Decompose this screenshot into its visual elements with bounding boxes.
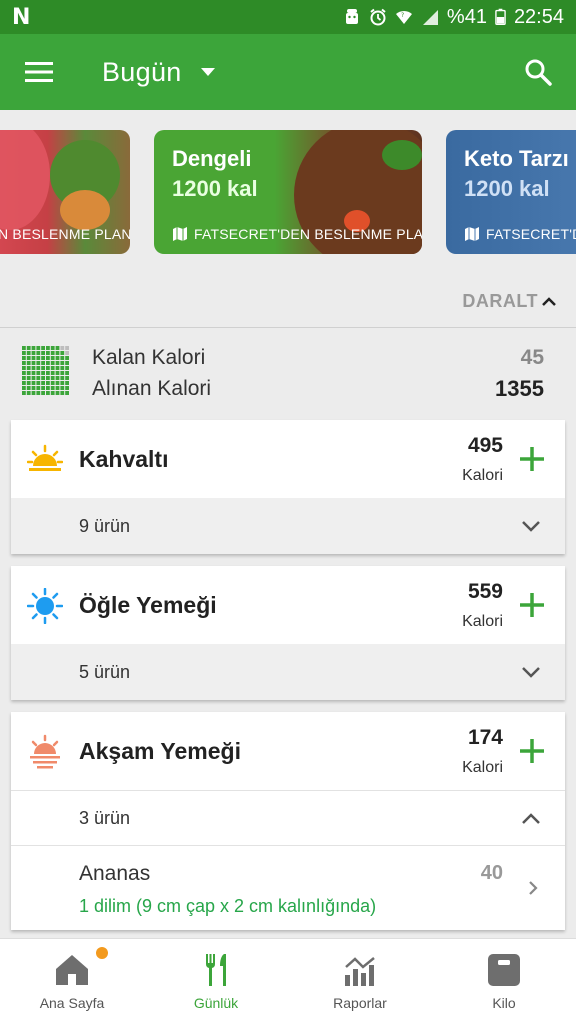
sunset-icon	[30, 734, 60, 769]
meal-items-toggle[interactable]: 9 ürün	[11, 498, 565, 554]
carrot-image	[60, 190, 110, 230]
meal-name: Akşam Yemeği	[79, 738, 241, 764]
map-icon	[173, 227, 187, 241]
menu-icon	[25, 62, 53, 82]
meal-items-toggle[interactable]: 3 ürün	[11, 790, 565, 846]
app-bar: Bugün	[0, 34, 576, 110]
calorie-summary[interactable]: Kalan Kalori Alınan Kalori 45 1355	[0, 330, 576, 416]
battery-percent: %41	[446, 5, 487, 28]
chevron-up-icon	[542, 296, 556, 306]
android-icon	[345, 9, 358, 24]
meal-name: Kahvaltı	[79, 446, 169, 472]
food-name: Ananas	[79, 862, 151, 885]
sun-icon	[27, 588, 63, 624]
signal-icon	[422, 10, 438, 25]
calorie-grid-icon	[22, 346, 69, 395]
chevron-down-icon	[522, 521, 540, 532]
status-icons: ? %41 22:54	[343, 6, 564, 29]
meal-calories-label: Kalori	[462, 759, 503, 776]
plan-name: Keto Tarzı	[464, 146, 569, 171]
meal-name: Öğle Yemeği	[79, 592, 217, 618]
plan-source: FATSECRET'DEN BESLENME PLANLA	[172, 226, 422, 242]
meal-card-breakfast: Kahvaltı 495 Kalori 9 ürün	[11, 420, 565, 554]
plan-card-dengeli[interactable]: Dengeli 1200 kal FATSECRET'DEN BESLENME …	[154, 130, 422, 254]
meal-calories: 174	[467, 726, 503, 749]
sunrise-icon	[27, 444, 63, 471]
page-title: Bugün	[102, 56, 182, 87]
plan-calories: 1200 kal	[464, 176, 550, 201]
plan-card-keto[interactable]: Keto Tarzı 1200 kal FATSECRET'DE	[446, 130, 576, 254]
scale-icon	[488, 954, 520, 986]
bottom-navigation: Ana Sayfa Günlük Raporlar Kilo	[0, 938, 576, 1024]
clock-image	[0, 130, 50, 230]
consumed-label: Alınan Kalori	[92, 377, 212, 400]
caret-down-icon	[200, 68, 215, 76]
herb-image	[382, 140, 422, 170]
chevron-down-icon	[522, 667, 540, 678]
alarm-icon	[370, 8, 386, 26]
meal-calories-label: Kalori	[462, 467, 503, 484]
summary-values: 45 1355	[495, 342, 544, 404]
chevron-right-icon	[529, 881, 538, 895]
home-icon	[56, 955, 88, 985]
clock: 22:54	[513, 5, 564, 28]
svg-text:?: ?	[401, 12, 404, 19]
battery-icon	[495, 8, 506, 26]
map-icon	[465, 227, 479, 241]
meal-header[interactable]: Kahvaltı 495 Kalori	[11, 420, 565, 498]
search-icon	[525, 59, 552, 86]
remaining-label: Kalan Kalori	[92, 346, 206, 369]
collapse-row: DARALT	[0, 276, 576, 328]
add-food-button[interactable]	[517, 444, 547, 474]
fork-knife-icon	[205, 954, 226, 986]
collapse-label: DARALT	[462, 291, 538, 311]
food-portion: 1 dilim (9 cm çap x 2 cm kalınlığında)	[79, 896, 377, 916]
meal-calories: 495	[467, 434, 503, 457]
collapse-button[interactable]: DARALT	[462, 291, 556, 312]
plan-source: FATSECRET'DE	[464, 226, 576, 242]
food-list-item[interactable]: Ananas 1 dilim (9 cm çap x 2 cm kalınlığ…	[11, 846, 565, 930]
meal-items-toggle[interactable]: 5 ürün	[11, 644, 565, 700]
add-food-button[interactable]	[517, 590, 547, 620]
nav-item-diary[interactable]: Günlük	[144, 939, 288, 1024]
meal-calories: 559	[467, 580, 503, 603]
meal-calories-label: Kalori	[462, 613, 503, 630]
add-food-button[interactable]	[517, 736, 547, 766]
meal-header[interactable]: Öğle Yemeği 559 Kalori	[11, 566, 565, 644]
nav-item-home[interactable]: Ana Sayfa	[0, 939, 144, 1024]
nav-item-reports[interactable]: Raporlar	[288, 939, 432, 1024]
meal-header[interactable]: Akşam Yemeği 174 Kalori	[11, 712, 565, 790]
meal-card-lunch: Öğle Yemeği 559 Kalori 5 ürün	[11, 566, 565, 700]
consumed-value: 1355	[495, 376, 544, 401]
nav-label: Ana Sayfa	[39, 995, 105, 1011]
meal-plan-carousel[interactable]: N BESLENME PLANLA Dengeli 1200 kal FATSE…	[0, 110, 576, 276]
nav-label: Raporlar	[333, 995, 387, 1011]
meal-item-count: 5 ürün	[79, 661, 131, 682]
plan-name: Dengeli	[172, 146, 252, 171]
plan-calories: 1200 kal	[172, 176, 258, 201]
status-bar: N ? %41 22:54	[0, 0, 576, 34]
meal-item-count: 3 ürün	[79, 807, 131, 828]
remaining-value: 45	[520, 346, 544, 369]
nav-label: Günlük	[193, 995, 239, 1011]
summary-labels: Kalan Kalori Alınan Kalori	[92, 342, 211, 404]
food-calories: 40	[480, 862, 503, 884]
nav-item-weight[interactable]: Kilo	[432, 939, 576, 1024]
meal-card-dinner: Akşam Yemeği 174 Kalori 3 ürün Ananas 1 …	[11, 712, 565, 930]
date-selector[interactable]: Bugün	[102, 57, 216, 88]
meal-item-count: 9 ürün	[79, 515, 131, 536]
wifi-icon: ?	[395, 10, 412, 24]
plan-card[interactable]: N BESLENME PLANLA	[0, 130, 130, 254]
app-notification-icon: N	[12, 4, 31, 30]
plan-source: N BESLENME PLANLA	[0, 226, 130, 242]
notification-dot	[96, 947, 108, 959]
search-button[interactable]	[500, 34, 576, 110]
nav-label: Kilo	[492, 995, 516, 1011]
chevron-up-icon	[522, 813, 540, 824]
menu-button[interactable]	[0, 34, 78, 110]
chart-icon	[345, 957, 375, 986]
